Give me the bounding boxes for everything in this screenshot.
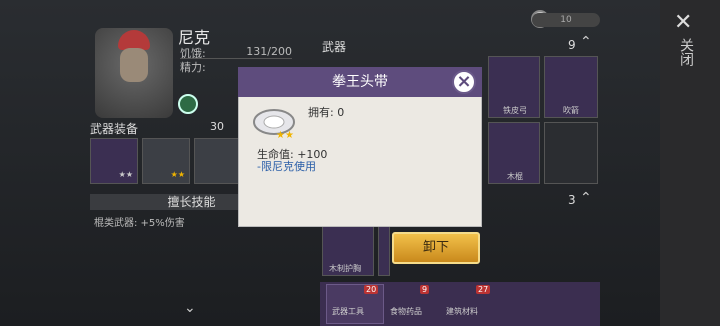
usage-restriction: -限尼克使用	[257, 160, 316, 173]
armor-chevron-up-icon[interactable]: ⌃	[580, 190, 592, 206]
coin-count: 10	[532, 13, 600, 27]
equipment-title: 武器装备	[90, 122, 139, 136]
weapons-title: 武器	[322, 40, 347, 54]
dialog-close-button[interactable]: ×	[452, 70, 476, 94]
unequip-button[interactable]: 卸下	[392, 232, 480, 264]
close-icon[interactable]: ✕	[674, 10, 692, 35]
tray-label: 食物药品	[390, 307, 422, 316]
tray-count: 20	[364, 285, 379, 294]
skill-line: 棍类武器: +5%伤害	[94, 218, 185, 229]
weapon-slot-empty[interactable]	[544, 122, 598, 184]
dialog-title: 拳王头带	[238, 67, 482, 97]
rarity-stars: ★★	[276, 130, 294, 141]
tray-food-medicine[interactable]	[386, 284, 444, 324]
weapon-slot-stick[interactable]: 木棍	[488, 122, 540, 184]
equip-slot-weapon[interactable]: ★★	[90, 138, 138, 184]
owned-count: 拥有: 0	[308, 106, 345, 119]
equip-slot-armor[interactable]	[194, 138, 240, 184]
weapon-slot-bow[interactable]: 铁皮弓	[488, 56, 540, 118]
tray-label: 建筑材料	[446, 307, 478, 316]
armor-count: 3	[568, 193, 576, 207]
status-badge[interactable]	[178, 94, 198, 114]
tray-label: 武器工具	[332, 307, 364, 316]
chevron-down-icon[interactable]: ⌄	[184, 300, 196, 316]
equipment-power: 30	[210, 120, 224, 133]
equip-slot-headband[interactable]: ★★	[142, 138, 190, 184]
chevron-up-icon[interactable]: ⌃	[580, 34, 592, 50]
character-face	[120, 48, 148, 82]
close-label[interactable]: 关闭	[676, 38, 696, 66]
tray-count: 27	[476, 285, 491, 294]
tray-building-materials[interactable]	[444, 284, 502, 324]
weapon-slot-blowgun[interactable]: 吹箭	[544, 56, 598, 118]
weapons-count: 9	[568, 38, 576, 52]
tray-count: 9	[420, 285, 430, 294]
